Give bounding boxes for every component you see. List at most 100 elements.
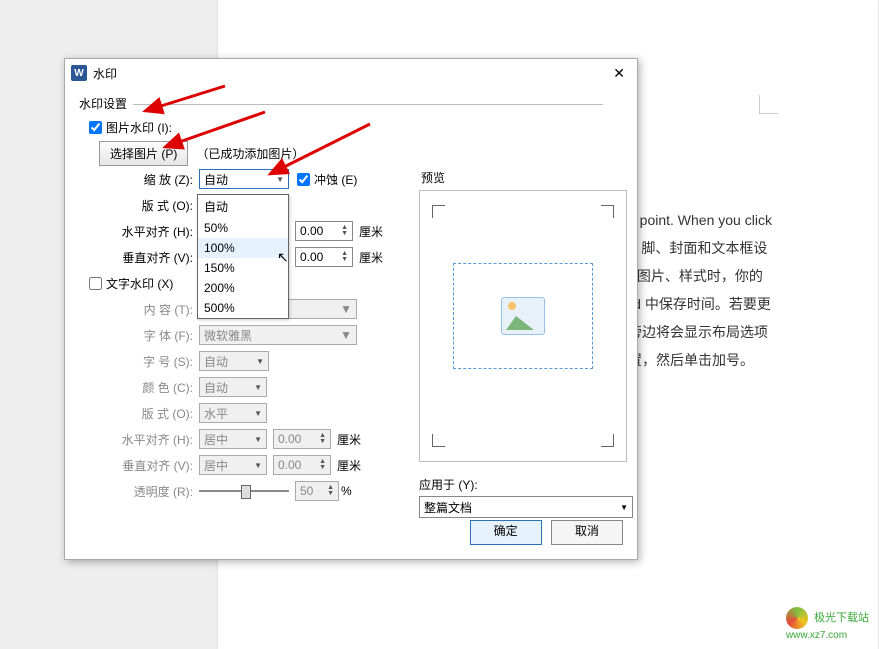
font-combo[interactable]: 微软雅黑 ▼ [199, 325, 357, 345]
select-image-button[interactable]: 选择图片 (P) [99, 141, 188, 166]
scale-option-150[interactable]: 150% [198, 258, 288, 278]
font-value: 微软雅黑 [204, 327, 252, 344]
layout2-combo[interactable]: 水平 ▼ [199, 403, 267, 423]
scale-combo[interactable]: 自动 ▼ [199, 169, 289, 189]
scale-option-500[interactable]: 500% [198, 298, 288, 318]
layout2-label: 版 式 (O): [79, 405, 199, 422]
size-value: 自动 [204, 353, 228, 370]
dialog-buttons: 确定 取消 [464, 520, 623, 545]
scale-option-auto[interactable]: 自动 [198, 195, 288, 218]
washout-label: 冲蚀 (E) [314, 171, 357, 188]
halign1-label: 水平对齐 (H): [79, 223, 199, 240]
valign2-select-value: 居中 [204, 457, 228, 474]
opacity-value-field[interactable]: 50 ▲▼ [295, 481, 339, 501]
halign1-value: 0.00 [300, 224, 323, 238]
halign2-value-field[interactable]: 0.00 ▲▼ [273, 429, 331, 449]
valign1-unit: 厘米 [359, 249, 383, 266]
dialog-titlebar: W 水印 ✕ [65, 59, 637, 87]
size-label: 字 号 (S): [79, 353, 199, 370]
valign1-value-field[interactable]: 0.00 ▲▼ [295, 247, 353, 267]
color-value: 自动 [204, 379, 228, 396]
valign1-value: 0.00 [300, 250, 323, 264]
preview-corner-icon [601, 434, 614, 447]
chevron-down-icon: ▼ [272, 175, 284, 184]
chevron-down-icon: ▼ [620, 503, 628, 512]
stepper-arrows-icon: ▲▼ [319, 459, 326, 471]
image-watermark-row: 图片水印 (I): [79, 114, 623, 140]
preview-corner-icon [601, 205, 614, 218]
apply-to-select[interactable]: 整篇文档 ▼ [419, 496, 633, 518]
scale-dropdown-list: 自动 50% 100% 150% 200% 500% [197, 194, 289, 319]
text-watermark-checkbox[interactable] [89, 277, 102, 290]
image-placeholder-icon [501, 297, 545, 335]
halign2-label: 水平对齐 (H): [79, 431, 199, 448]
app-icon: W [71, 65, 87, 81]
valign1-label: 垂直对齐 (V): [79, 249, 199, 266]
site-watermark: 极光下载站 www.xz7.com [786, 607, 869, 641]
opacity-unit: % [341, 484, 352, 498]
scale-option-100[interactable]: 100% [198, 238, 288, 258]
stepper-arrows-icon: ▲▼ [327, 485, 334, 497]
scale-label: 缩 放 (Z): [79, 171, 199, 188]
valign2-unit: 厘米 [337, 457, 361, 474]
stepper-arrows-icon: ▲▼ [341, 225, 348, 237]
content-label: 内 容 (T): [79, 301, 199, 318]
preview-corner-icon [432, 434, 445, 447]
preview-image-area [453, 263, 593, 369]
chevron-down-icon: ▼ [252, 357, 264, 366]
site-url: www.xz7.com [786, 630, 847, 641]
dialog-title: 水印 [93, 65, 117, 82]
valign2-value: 0.00 [278, 458, 301, 472]
stepper-arrows-icon: ▲▼ [319, 433, 326, 445]
image-added-label: （已成功添加图片） [196, 145, 304, 162]
chevron-down-icon: ▼ [340, 302, 352, 316]
opacity-value: 50 [300, 484, 313, 498]
apply-to-row: 应用于 (Y): 整篇文档 ▼ [419, 476, 627, 518]
scale-option-50[interactable]: 50% [198, 218, 288, 238]
chevron-down-icon: ▼ [250, 409, 262, 418]
halign1-unit: 厘米 [359, 223, 383, 240]
text-watermark-label: 文字水印 (X) [106, 275, 173, 292]
preview-box [419, 190, 627, 462]
halign1-value-field[interactable]: 0.00 ▲▼ [295, 221, 353, 241]
image-watermark-label: 图片水印 (I): [106, 119, 172, 136]
chevron-down-icon: ▼ [250, 461, 262, 470]
apply-to-value: 整篇文档 [424, 499, 472, 516]
layout1-label: 版 式 (O): [79, 197, 199, 214]
scale-value: 自动 [204, 171, 228, 188]
preview-panel: 预览 应用于 (Y): 整篇文档 ▼ [419, 169, 627, 518]
stepper-arrows-icon: ▲▼ [341, 251, 348, 263]
section-title: 水印设置 [79, 95, 623, 112]
halign2-value: 0.00 [278, 432, 301, 446]
preview-corner-icon [432, 205, 445, 218]
opacity-slider[interactable] [199, 481, 289, 501]
chevron-down-icon: ▼ [250, 383, 262, 392]
select-image-row: 选择图片 (P) （已成功添加图片） [79, 140, 623, 166]
valign2-value-field[interactable]: 0.00 ▲▼ [273, 455, 331, 475]
opacity-label: 透明度 (R): [79, 483, 199, 500]
scale-option-200[interactable]: 200% [198, 278, 288, 298]
image-watermark-checkbox[interactable] [89, 121, 102, 134]
color-label: 颜 色 (C): [79, 379, 199, 396]
cancel-button[interactable]: 取消 [551, 520, 623, 545]
halign2-select-value: 居中 [204, 431, 228, 448]
close-button[interactable]: ✕ [609, 65, 629, 82]
valign2-combo[interactable]: 居中 ▼ [199, 455, 267, 475]
logo-swirl-icon [786, 607, 808, 629]
layout2-value: 水平 [204, 405, 228, 422]
color-combo[interactable]: 自动 ▼ [199, 377, 267, 397]
ok-button[interactable]: 确定 [470, 520, 542, 545]
halign2-combo[interactable]: 居中 ▼ [199, 429, 267, 449]
font-label: 字 体 (F): [79, 327, 199, 344]
slider-thumb[interactable] [241, 485, 251, 499]
site-name: 极光下载站 [814, 612, 869, 624]
chevron-down-icon: ▼ [250, 435, 262, 444]
page-corner-marker [759, 95, 778, 114]
chevron-down-icon: ▼ [340, 328, 352, 342]
valign2-label: 垂直对齐 (V): [79, 457, 199, 474]
size-combo[interactable]: 自动 ▼ [199, 351, 269, 371]
washout-checkbox[interactable] [297, 173, 310, 186]
halign2-unit: 厘米 [337, 431, 361, 448]
apply-to-label: 应用于 (Y): [419, 476, 627, 493]
watermark-dialog: W 水印 ✕ 水印设置 图片水印 (I): 选择图片 (P) （已成功添加图片）… [64, 58, 638, 560]
